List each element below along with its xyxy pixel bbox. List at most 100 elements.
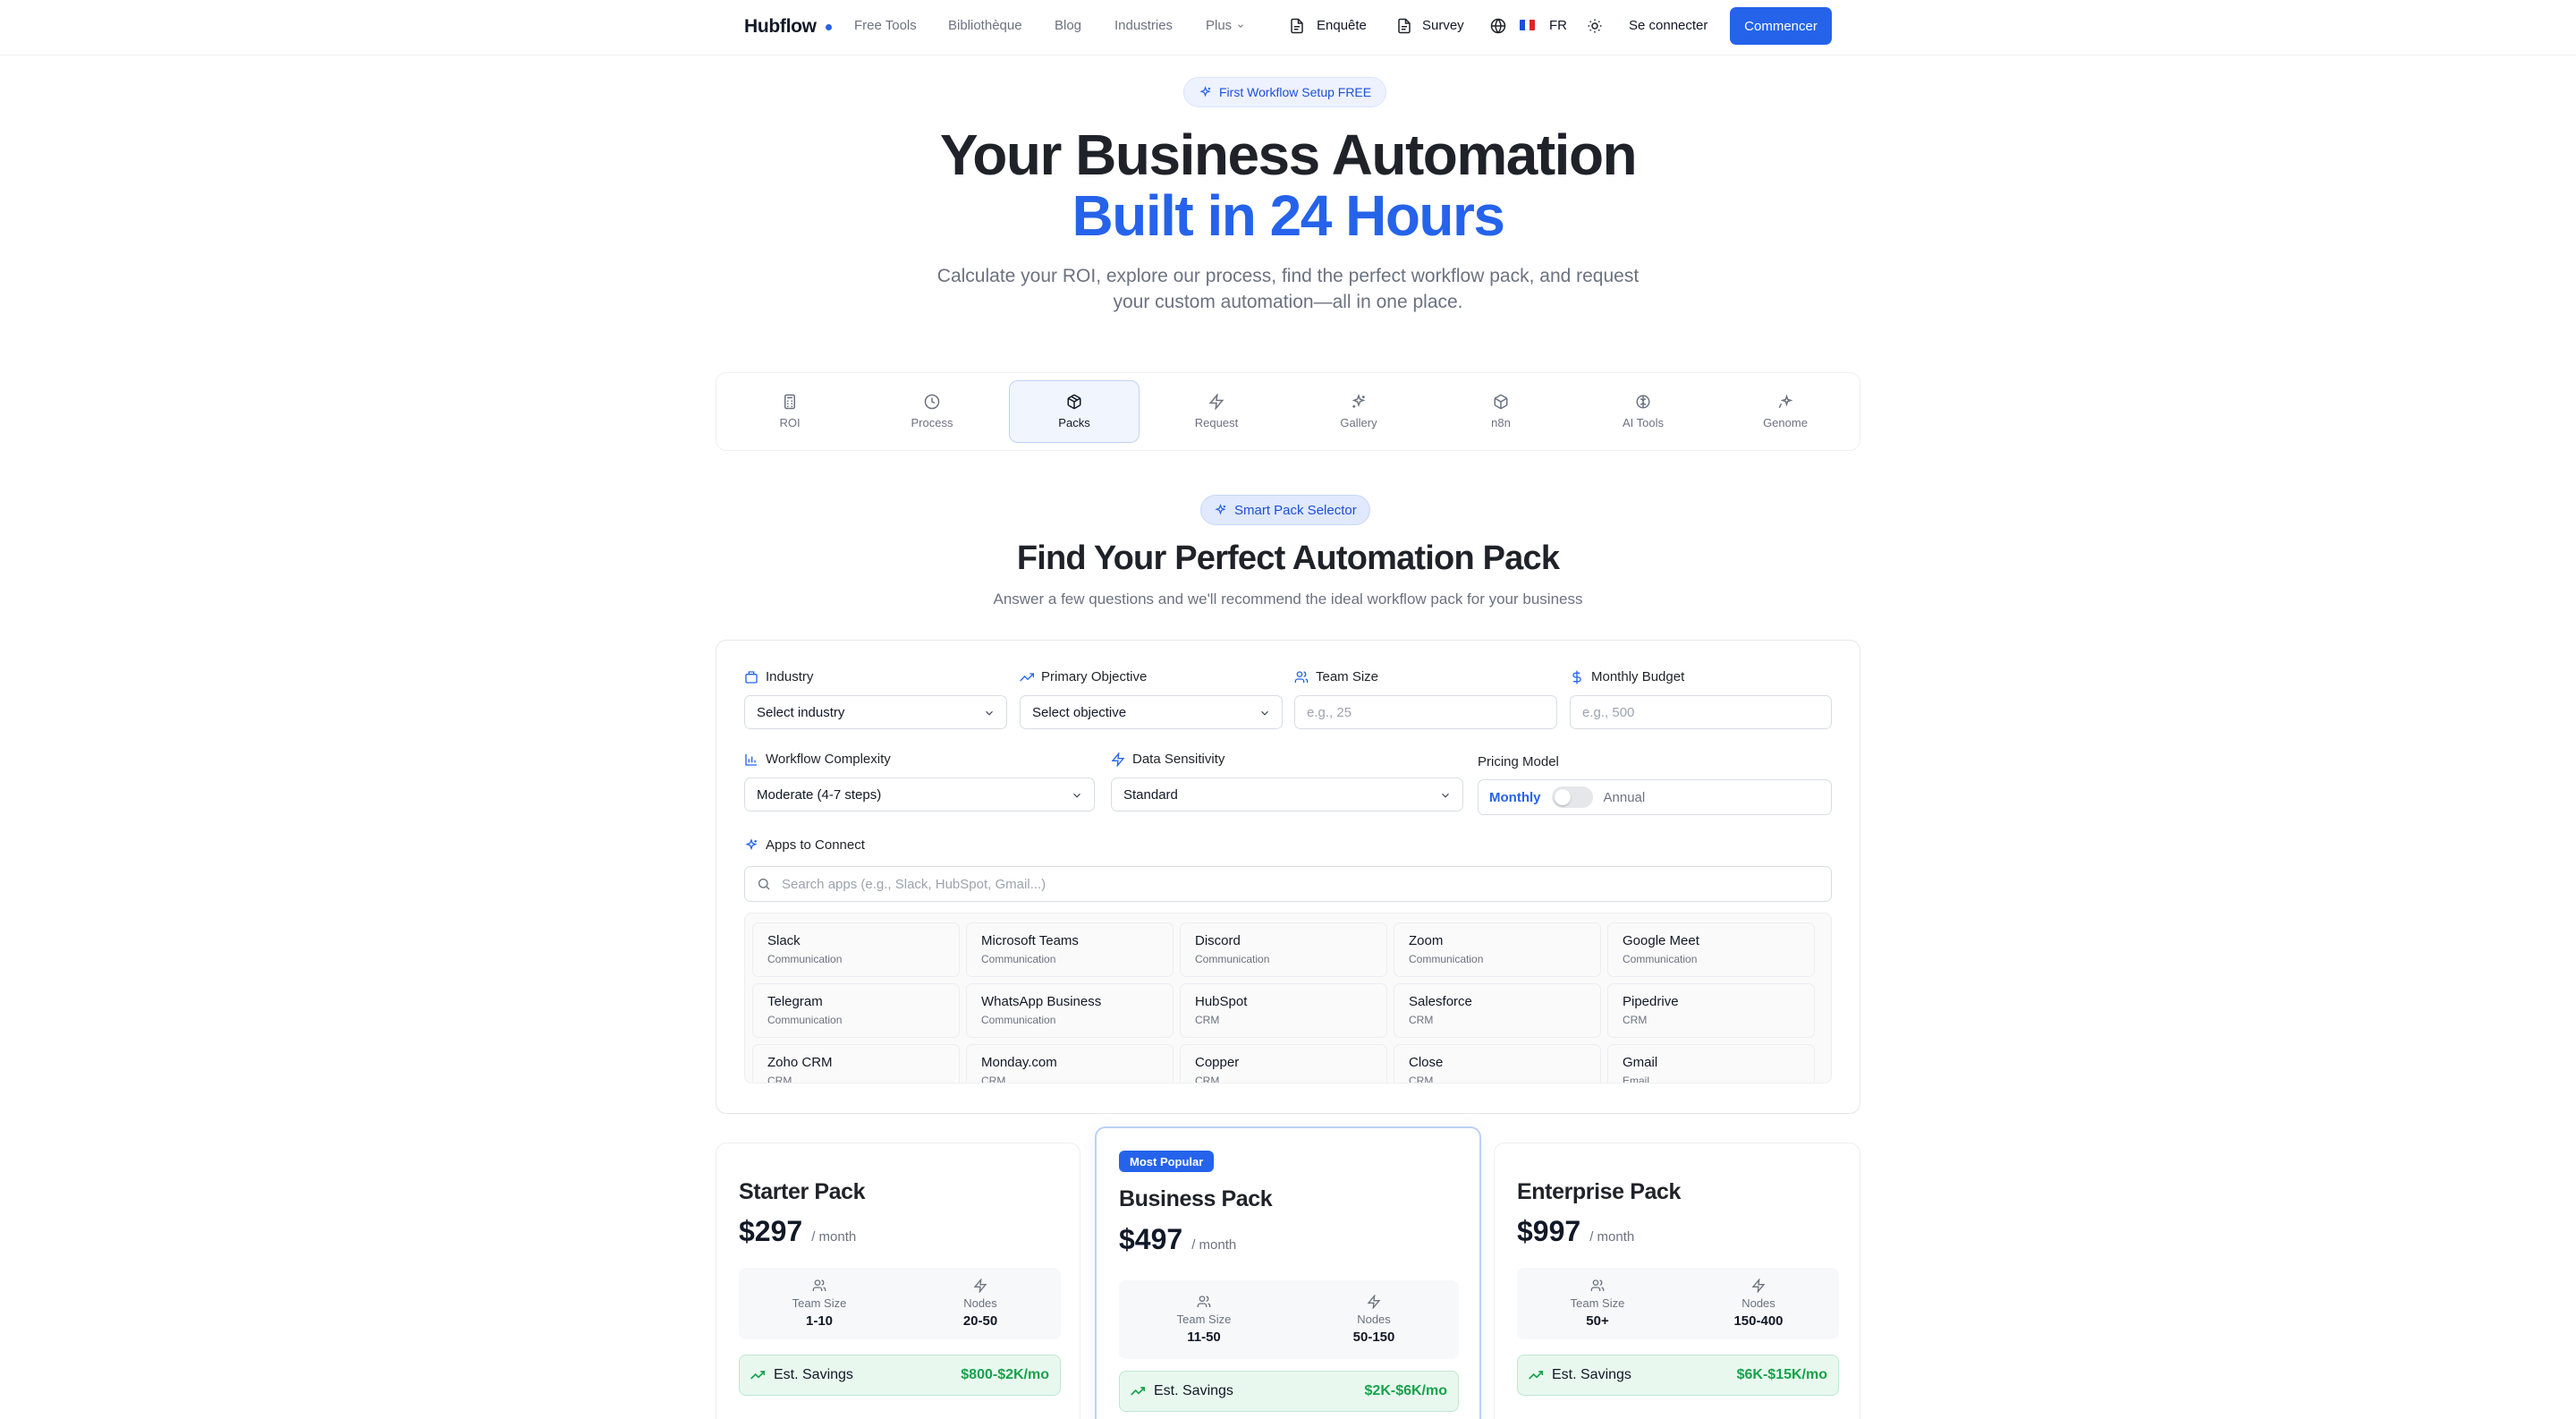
pack-card-enterprise[interactable]: Enterprise Pack $997 / month Team Size 5… (1494, 1143, 1860, 1419)
app-category: Communication (767, 953, 843, 965)
app-option[interactable]: Salesforce CRM (1394, 983, 1601, 1038)
pricing-model-label: Pricing Model (1478, 754, 1559, 769)
app-option[interactable]: Copper CRM (1180, 1044, 1387, 1083)
app-option[interactable]: Telegram Communication (752, 983, 960, 1038)
monthly-option[interactable]: Monthly (1489, 790, 1541, 805)
complexity-label: Workflow Complexity (744, 752, 891, 767)
budget-label-text: Monthly Budget (1591, 669, 1685, 684)
app-option[interactable]: Discord Communication (1180, 922, 1387, 977)
app-option[interactable]: Close CRM (1394, 1044, 1601, 1083)
app-option[interactable]: Zoom Communication (1394, 922, 1601, 977)
objective-select[interactable]: Select objective (1020, 695, 1283, 729)
app-option[interactable]: Microsoft Teams Communication (966, 922, 1174, 977)
brand-name: Hubflow (744, 16, 817, 37)
app-option[interactable]: Pipedrive CRM (1607, 983, 1815, 1038)
section-title: Find Your Perfect Automation Pack (1016, 540, 1560, 577)
nav-link-survey[interactable]: Survey (1422, 18, 1464, 33)
most-popular-badge: Most Popular (1119, 1151, 1215, 1172)
billing-switch[interactable] (1551, 786, 1593, 808)
complexity-label-text: Workflow Complexity (766, 752, 891, 767)
app-option[interactable]: Google Meet Communication (1607, 922, 1815, 977)
savings-row: Est. Savings $2K-$6K/mo (1119, 1371, 1459, 1412)
nodes-stat: Nodes 20-50 (900, 1268, 1061, 1339)
pack-card-business[interactable]: Most Popular Business Pack $497 / month … (1095, 1126, 1481, 1419)
tab-request[interactable]: Request (1151, 380, 1282, 443)
language-selector[interactable]: FR (1549, 18, 1567, 33)
nav-more-dropdown[interactable]: Plus (1206, 18, 1245, 33)
industry-label: Industry (744, 669, 813, 684)
app-option[interactable]: HubSpot CRM (1180, 983, 1387, 1038)
apps-list[interactable]: Slack Communication Microsoft Teams Communi… (744, 913, 1832, 1083)
nav-more-label: Plus (1206, 18, 1233, 33)
app-option[interactable]: Slack Communication (752, 922, 960, 977)
package-icon (1067, 394, 1081, 410)
nav-link-industries[interactable]: Industries (1114, 18, 1173, 33)
app-category: CRM (1195, 1014, 1220, 1026)
pricing-model-toggle[interactable]: Monthly Annual (1478, 779, 1832, 815)
pack-price-period: / month (1589, 1229, 1635, 1245)
complexity-select[interactable]: Moderate (4-7 steps) (744, 777, 1095, 811)
hero-title-line2: Built in 24 Hours (1072, 183, 1506, 248)
tab-n8n[interactable]: n8n (1436, 380, 1566, 443)
tab-packs[interactable]: Packs (1009, 380, 1140, 443)
tab-ai-tools[interactable]: AI Tools (1578, 380, 1708, 443)
app-name: Google Meet (1623, 933, 1699, 948)
app-option[interactable]: Monday.com CRM (966, 1044, 1174, 1083)
tab-label: Packs (1058, 416, 1090, 429)
zap-icon (1208, 394, 1224, 410)
brand-logo[interactable]: Hubflow (744, 16, 832, 38)
trending-up-icon (750, 1371, 765, 1380)
app-option[interactable]: WhatsApp Business Communication (966, 983, 1174, 1038)
brand-dot (825, 23, 832, 30)
nav-link-blog[interactable]: Blog (1055, 18, 1081, 33)
team-size-stat: Team Size 1-10 (739, 1268, 900, 1339)
globe-icon[interactable] (1490, 18, 1506, 34)
tab-genome[interactable]: Genome (1720, 380, 1851, 443)
pack-price: $497 / month (1119, 1223, 1236, 1256)
chevron-down-icon (1442, 793, 1449, 798)
stat-label: Team Size (1176, 1313, 1232, 1326)
team-size-label-text: Team Size (1316, 669, 1379, 684)
budget-label: Monthly Budget (1570, 669, 1684, 684)
industry-select[interactable]: Select industry (744, 695, 1007, 729)
stat-value: 20-50 (962, 1313, 998, 1329)
sun-icon[interactable] (1587, 18, 1603, 34)
tab-label: n8n (1491, 416, 1511, 429)
annual-option[interactable]: Annual (1604, 790, 1646, 805)
app-category: Email (1623, 1075, 1650, 1083)
tab-roi[interactable]: ROI (724, 380, 855, 443)
team-size-label: Team Size (1294, 669, 1378, 684)
get-started-button[interactable]: Commencer (1730, 7, 1832, 45)
app-option[interactable]: Zoho CRM CRM (752, 1044, 960, 1083)
app-name: Pipedrive (1623, 994, 1679, 1009)
tab-process[interactable]: Process (867, 380, 997, 443)
apps-grid: Slack Communication Microsoft Teams Communi… (752, 922, 1815, 1083)
app-option[interactable]: Gmail Email (1607, 1044, 1815, 1083)
users-icon (1197, 1296, 1211, 1307)
hero-badge-label: First Workflow Setup FREE (1219, 85, 1372, 99)
nav-link-bibliotheque[interactable]: Bibliothèque (948, 18, 1022, 33)
sparkles-icon (1352, 394, 1366, 408)
pack-card-starter[interactable]: Starter Pack $297 / month Team Size 1-10… (716, 1143, 1080, 1419)
app-category: Communication (767, 1014, 843, 1026)
objective-select-value: Select objective (1032, 704, 1127, 720)
trending-up-icon (1020, 672, 1034, 681)
team-size-input[interactable]: e.g., 25 (1294, 695, 1557, 729)
nav-link-free-tools[interactable]: Free Tools (854, 18, 917, 33)
tab-gallery[interactable]: Gallery (1293, 380, 1424, 443)
pack-name: Business Pack (1119, 1186, 1273, 1211)
savings-label: Est. Savings (774, 1367, 853, 1382)
budget-input[interactable]: e.g., 500 (1570, 695, 1832, 729)
pack-price-value: $497 (1119, 1223, 1183, 1255)
apps-search-input[interactable]: Search apps (e.g., Slack, HubSpot, Gmail… (744, 866, 1832, 902)
brain-icon (1636, 395, 1650, 409)
savings-row: Est. Savings $6K-$15K/mo (1517, 1355, 1839, 1396)
pack-price-period: / month (811, 1229, 857, 1245)
document-icon (1291, 18, 1303, 34)
nav-link-enquete[interactable]: Enquête (1317, 18, 1367, 33)
building-icon (745, 670, 758, 684)
hero-subtitle: Calculate your ROI, explore our process,… (936, 266, 1640, 312)
sensitivity-select[interactable]: Standard (1111, 777, 1463, 811)
section-badge-label: Smart Pack Selector (1234, 502, 1357, 518)
signin-link[interactable]: Se connecter (1629, 18, 1707, 33)
